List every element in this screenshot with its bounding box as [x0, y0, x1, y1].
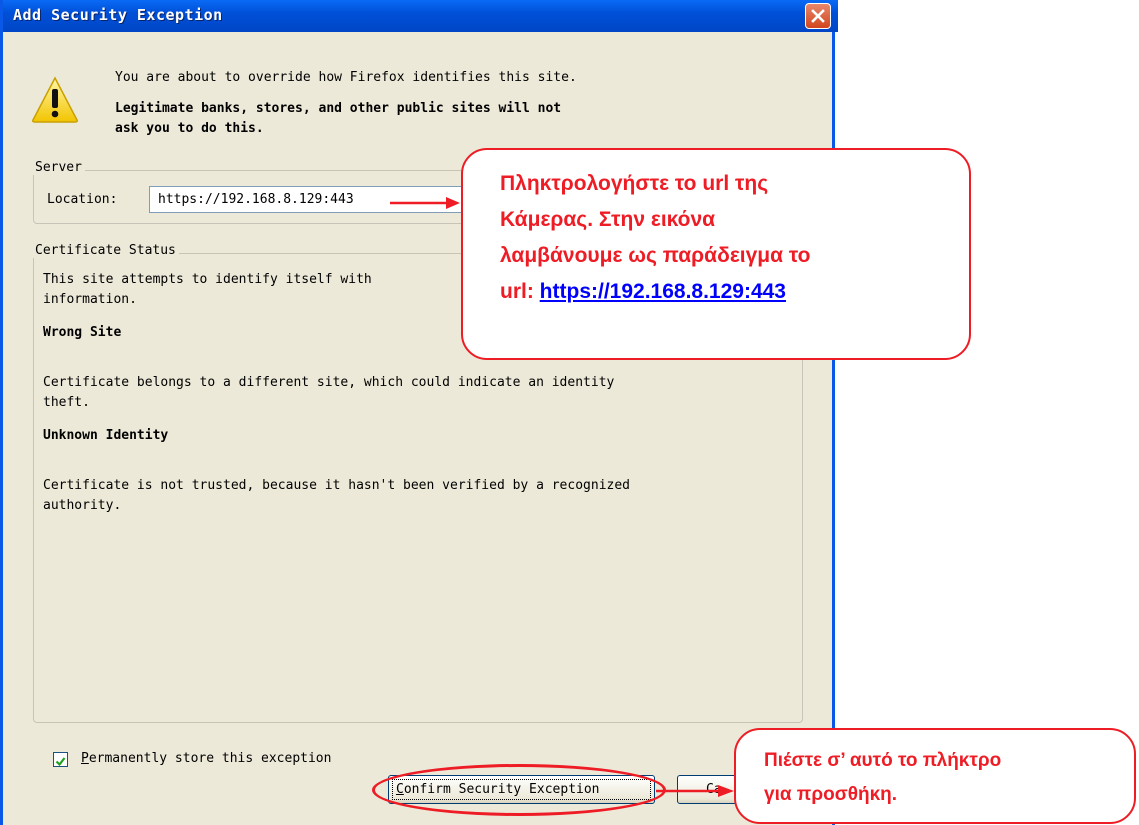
- url-callout: Πληκτρολογήστε το url της Κάμερας. Στην …: [461, 148, 971, 360]
- button-callout-line1: Πιέστε σ’ αυτό το πλήκτρο: [764, 750, 1002, 771]
- button-callout-line2: για προσθήκη.: [764, 784, 898, 805]
- button-callout: Πιέστε σ’ αυτό το πλήκτρο για προσθήκη.: [734, 728, 1136, 824]
- url-callout-line4: url: https://192.168.8.129:443: [500, 274, 969, 310]
- url-callout-line2: Κάμερας. Στην εικόνα: [500, 208, 716, 231]
- url-callout-prefix: url:: [500, 280, 540, 303]
- url-callout-link[interactable]: https://192.168.8.129:443: [540, 280, 786, 303]
- url-callout-line3: λαμβάνουμε ως παράδειγμα το: [500, 244, 811, 267]
- arrow-to-button-callout: [656, 785, 734, 797]
- url-callout-line1: Πληκτρολογήστε το url της: [500, 172, 769, 195]
- annotation-arrows: [390, 197, 734, 797]
- confirm-button-highlight-ellipse: [372, 764, 666, 816]
- arrow-to-url-callout: [390, 197, 460, 209]
